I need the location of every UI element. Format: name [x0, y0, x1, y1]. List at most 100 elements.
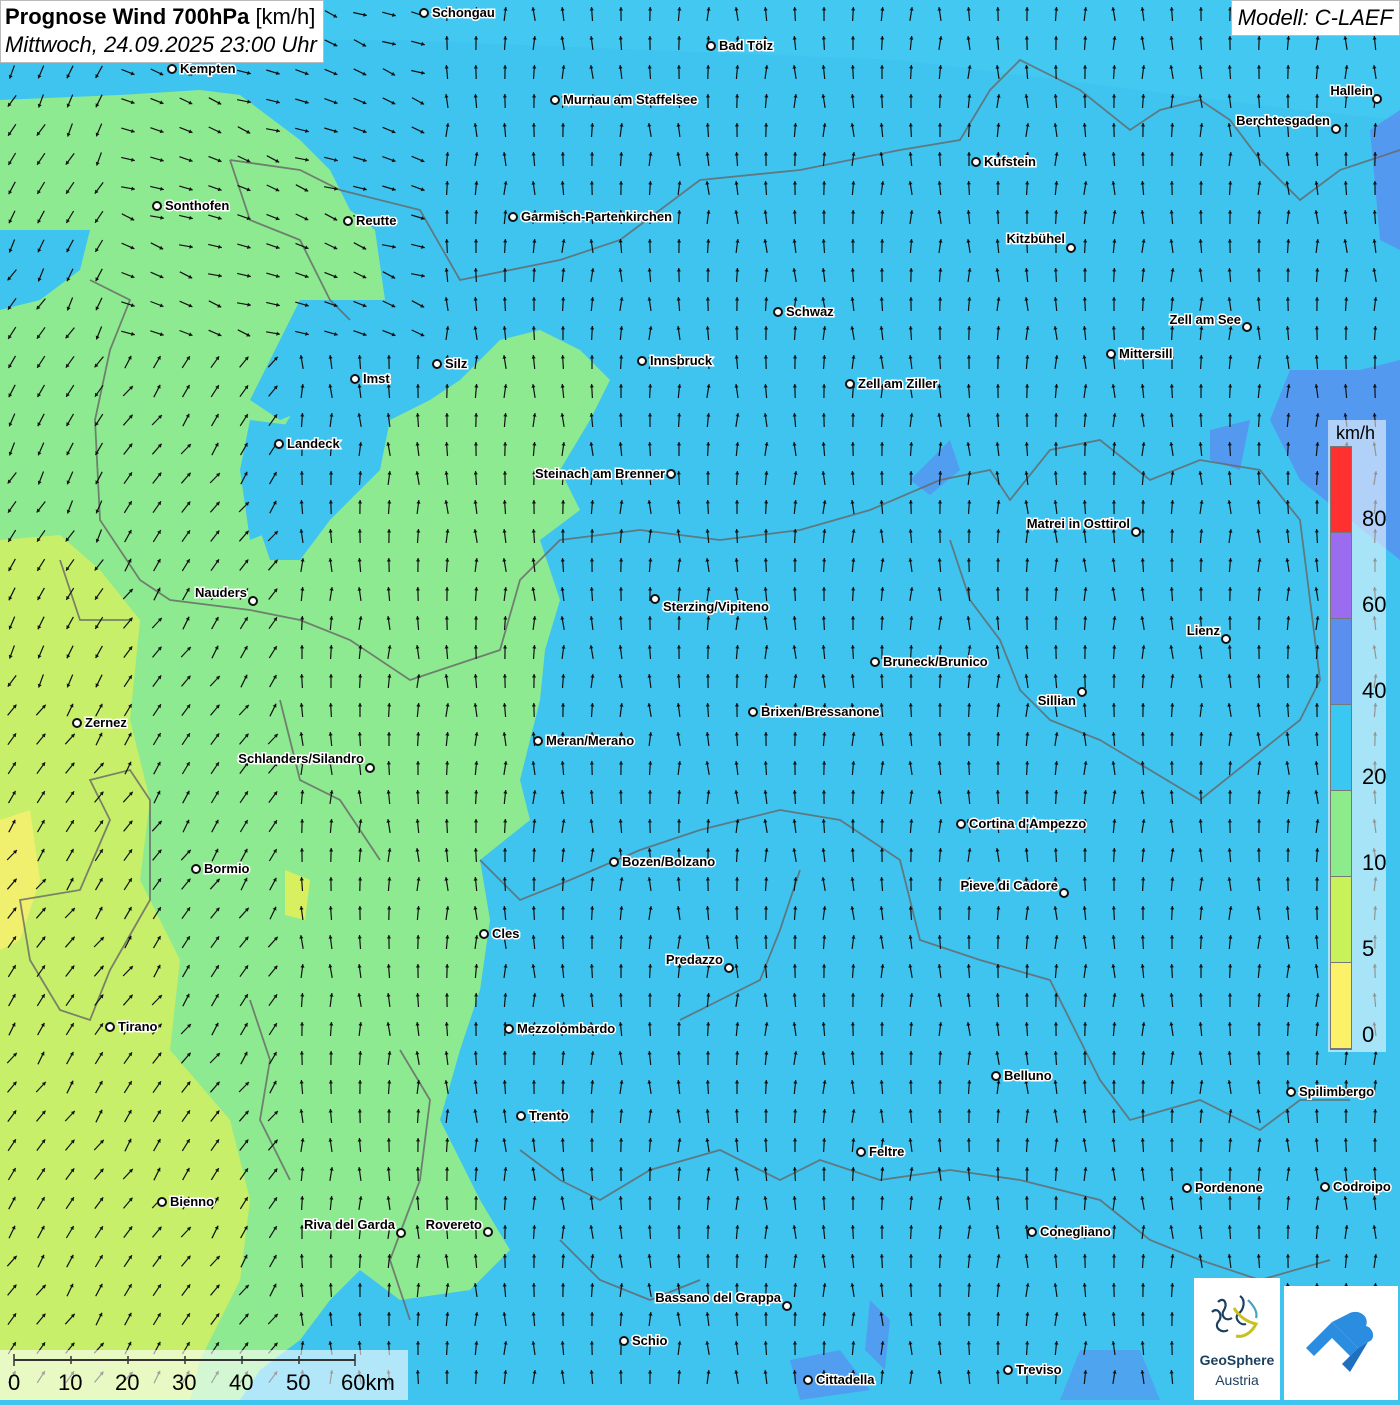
place-label: Brixen/Bressanone [761, 704, 880, 719]
legend-tick-20: 20 [1362, 764, 1386, 790]
place-marker [534, 737, 542, 745]
place-marker [1004, 1366, 1012, 1374]
place-marker [153, 202, 161, 210]
place-marker [366, 764, 374, 772]
place-label: Reutte [356, 213, 396, 228]
place-label: Bozen/Bolzano [622, 854, 715, 869]
place-marker [1321, 1183, 1329, 1191]
place-label: Pieve di Cadore [960, 878, 1058, 893]
scale-ruler [0, 1350, 408, 1370]
place-marker [620, 1337, 628, 1345]
place-label: Bad Tölz [719, 38, 774, 53]
color-legend: km/h 80 60 40 20 10 5 0 [1328, 420, 1386, 1052]
scale-tick-40: 40 [229, 1370, 253, 1396]
place-marker [972, 158, 980, 166]
place-marker [667, 470, 675, 478]
place-label: Predazzo [666, 952, 723, 967]
place-label: Kempten [180, 61, 236, 76]
place-label: Steinach am Brenner [535, 466, 665, 481]
place-marker [484, 1228, 492, 1236]
place-marker [707, 42, 715, 50]
place-marker [992, 1072, 1000, 1080]
place-label: Rovereto [426, 1217, 482, 1232]
place-marker [1107, 350, 1115, 358]
scale-bar: 0 10 20 30 40 50 60km [0, 1350, 408, 1400]
scale-tick-60: 60km [341, 1370, 395, 1396]
place-label: Cittadella [816, 1372, 875, 1387]
legend-tick-5: 5 [1362, 936, 1374, 962]
legend-tick-0: 0 [1362, 1022, 1374, 1048]
place-label: Schwaz [786, 304, 834, 319]
place-marker [192, 865, 200, 873]
place-label: Belluno [1004, 1068, 1052, 1083]
place-marker [846, 380, 854, 388]
legend-tick-80: 80 [1362, 506, 1386, 532]
legend-color-1 [1331, 533, 1351, 619]
scale-tick-30: 30 [172, 1370, 196, 1396]
place-label: Silz [445, 356, 468, 371]
place-label: Cles [492, 926, 519, 941]
place-marker [1060, 889, 1068, 897]
legend-tick-40: 40 [1362, 678, 1386, 704]
scale-tick-20: 20 [115, 1370, 139, 1396]
place-marker [1067, 244, 1075, 252]
place-label: Imst [363, 371, 390, 386]
place-label: Berchtesgaden [1236, 113, 1330, 128]
app-arrow-icon [1284, 1286, 1398, 1400]
place-label: Pordenone [1195, 1180, 1263, 1195]
place-label: Treviso [1016, 1362, 1062, 1377]
place-marker [1183, 1184, 1191, 1192]
place-label: Garmisch-Partenkirchen [521, 209, 672, 224]
place-label: Conegliano [1040, 1224, 1111, 1239]
place-label: Bormio [204, 861, 250, 876]
place-marker [749, 708, 757, 716]
place-marker [551, 96, 559, 104]
place-marker [1222, 635, 1230, 643]
scale-tick-50: 50 [286, 1370, 310, 1396]
place-label: Meran/Merano [546, 733, 634, 748]
weather-app-logo[interactable] [1284, 1286, 1398, 1400]
geosphere-country: Austria [1194, 1372, 1280, 1388]
legend-tick-60: 60 [1362, 592, 1386, 618]
legend-color-5 [1331, 877, 1351, 963]
place-label: Nauders [195, 585, 247, 600]
place-label: Schongau [432, 5, 495, 20]
geosphere-name: GeoSphere [1194, 1352, 1280, 1368]
place-label: Trento [529, 1108, 569, 1123]
place-label: Feltre [869, 1144, 904, 1159]
place-marker [1287, 1088, 1295, 1096]
place-label: Bassano del Grappa [655, 1290, 781, 1305]
place-marker [73, 719, 81, 727]
title-unit: [km/h] [255, 4, 315, 29]
legend-color-3 [1331, 705, 1351, 791]
place-label: Zell am See [1169, 312, 1241, 327]
place-marker [1028, 1228, 1036, 1236]
place-marker [351, 375, 359, 383]
legend-color-0 [1331, 447, 1351, 533]
legend-colorbar [1330, 446, 1352, 1050]
forecast-datetime: Mittwoch, 24.09.2025 23:00 Uhr [5, 32, 317, 58]
place-marker [433, 360, 441, 368]
place-label: Murnau am Staffelsee [563, 92, 697, 107]
place-marker [106, 1023, 114, 1031]
place-label: Zernez [85, 715, 127, 730]
place-label: Hallein [1330, 83, 1373, 98]
place-marker [610, 858, 618, 866]
place-label: Kitzbühel [1007, 231, 1066, 246]
geosphere-logo[interactable]: GeoSphere Austria [1194, 1278, 1280, 1400]
legend-color-2 [1331, 619, 1351, 705]
place-label: Codroipo [1333, 1179, 1391, 1194]
place-marker [857, 1148, 865, 1156]
place-label: Schlanders/Silandro [238, 751, 364, 766]
title-panel: Prognose Wind 700hPa [km/h] Mittwoch, 24… [0, 0, 324, 63]
place-label: Sterzing/Vipiteno [663, 599, 769, 614]
place-marker [480, 930, 488, 938]
place-marker [774, 308, 782, 316]
place-label: Mittersill [1119, 346, 1172, 361]
place-marker [1373, 95, 1381, 103]
place-label: Spilimbergo [1299, 1084, 1374, 1099]
place-label: Innsbruck [650, 353, 713, 368]
place-label: Cortina d'Ampezzo [969, 816, 1086, 831]
place-marker [1332, 125, 1340, 133]
place-marker [1243, 323, 1251, 331]
